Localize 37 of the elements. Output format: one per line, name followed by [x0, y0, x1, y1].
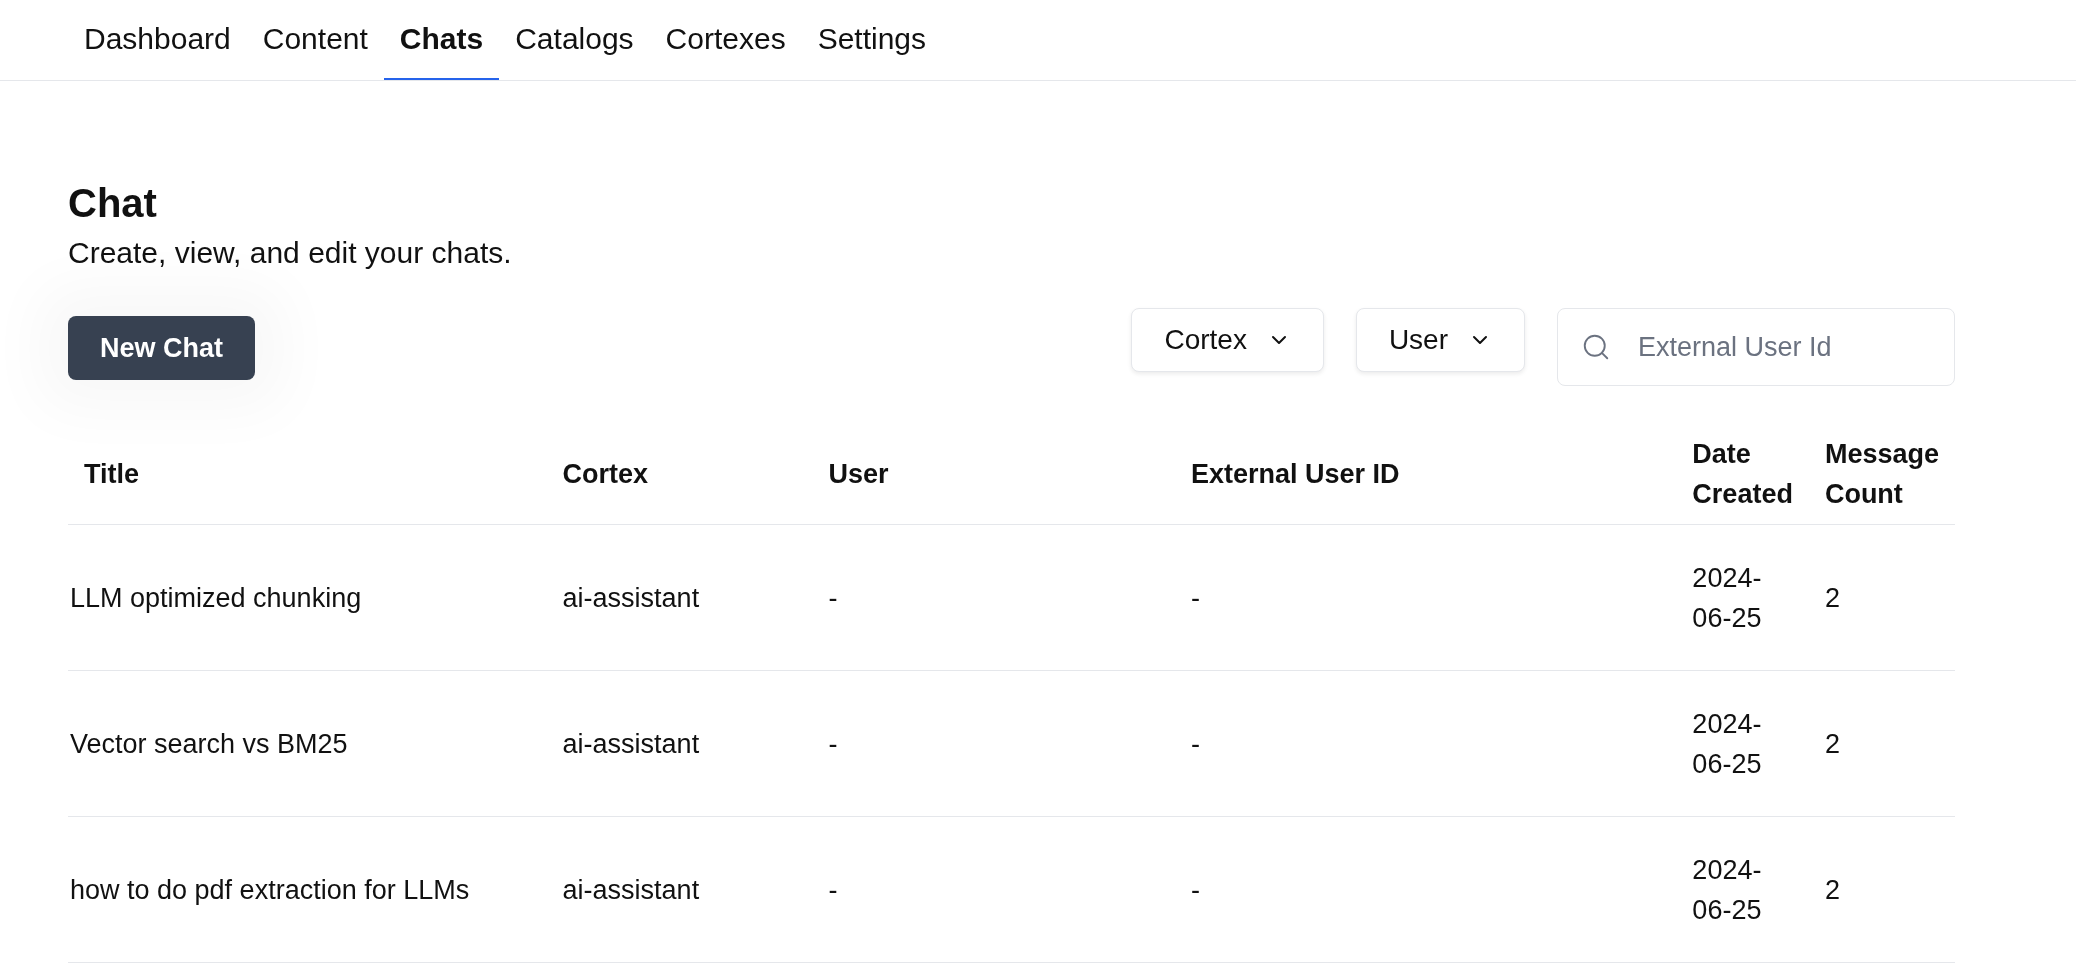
table-cell: 2 — [1808, 524, 1955, 671]
table-cell: how to do pdf extraction for LLMs — [68, 816, 547, 963]
table-cell: - — [812, 524, 1175, 671]
page-subtitle: Create, view, and edit your chats. — [68, 236, 513, 270]
table-cell: ai-assistant — [546, 524, 813, 671]
table-cell: ai-assistant — [546, 670, 813, 817]
filter-dropdown[interactable]: User — [1355, 308, 1525, 372]
table-cell: 2 — [1808, 670, 1955, 817]
nav-tab[interactable]: Cortexes — [649, 0, 802, 80]
new-chat-button[interactable]: New Chat — [68, 316, 256, 380]
table-cell: LLM optimized chunking — [68, 524, 547, 671]
table-cell: - — [812, 670, 1175, 817]
search-field[interactable]: External User Id — [1557, 308, 1955, 386]
column-header: User — [812, 424, 1175, 525]
table-cell: - — [1175, 816, 1677, 963]
filter-dropdown[interactable]: Cortex — [1131, 308, 1324, 372]
table-cell: 2024-06-25 — [1676, 670, 1809, 817]
table-cell: - — [1175, 524, 1677, 671]
column-header: Message Count — [1808, 424, 1955, 525]
nav-tab[interactable]: Catalogs — [499, 0, 650, 80]
nav-tab[interactable]: Chats — [383, 0, 500, 80]
table-cell: ai-assistant — [546, 816, 813, 963]
table-cell: Vector search vs BM25 — [68, 670, 547, 817]
table-cell: - — [1175, 670, 1677, 817]
column-header: Title — [68, 424, 547, 525]
table-cell: 2024-06-25 — [1676, 524, 1809, 671]
table-cell: 2 — [1808, 816, 1955, 963]
table-cell: 2024-06-25 — [1676, 816, 1809, 963]
nav-tab[interactable]: Dashboard — [68, 0, 247, 80]
nav-tab[interactable]: Settings — [801, 0, 943, 80]
nav-tab[interactable]: Content — [246, 0, 384, 80]
page-title: Chat — [68, 181, 158, 226]
table-cell: - — [812, 816, 1175, 963]
column-header: Cortex — [546, 424, 813, 525]
search-icon — [1581, 332, 1611, 362]
column-header: External User ID — [1175, 424, 1677, 525]
column-header: Date Created — [1676, 424, 1809, 525]
